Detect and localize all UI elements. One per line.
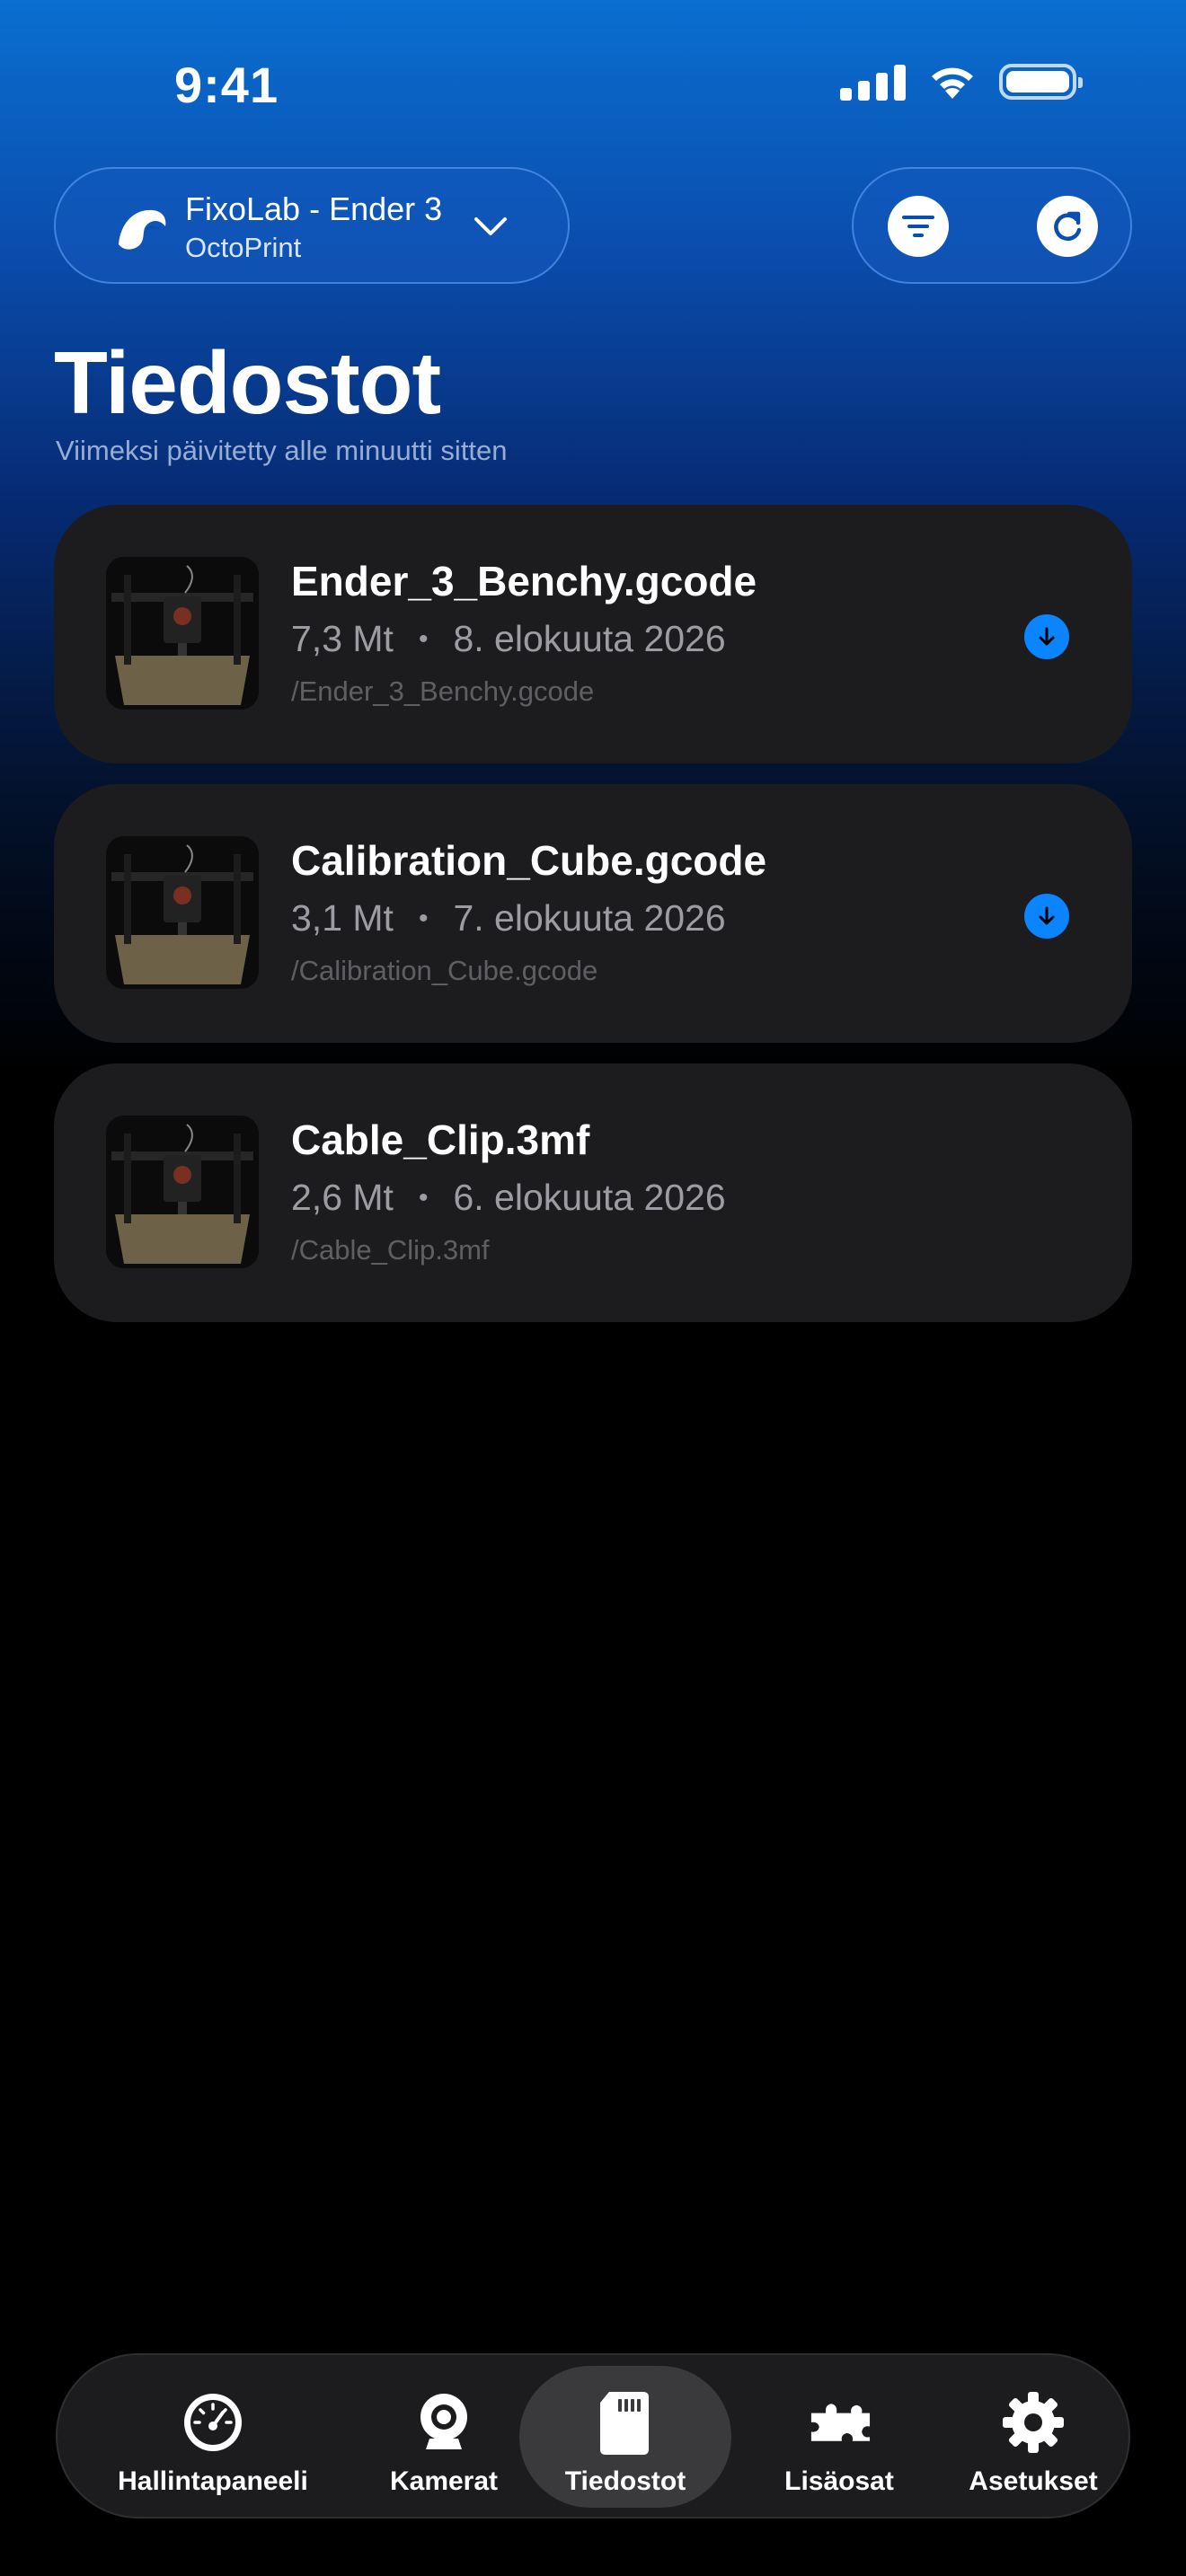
filter-icon — [902, 216, 934, 237]
file-path: /Ender_3_Benchy.gcode — [291, 675, 595, 707]
file-path: /Calibration_Cube.gcode — [291, 955, 598, 986]
cellular-signal-icon — [840, 63, 906, 101]
file-size: 2,6 Mt — [291, 1177, 394, 1218]
refresh-button[interactable] — [1037, 196, 1098, 257]
tab-settings[interactable]: Asetukset — [943, 2366, 1123, 2508]
printer-platform: OctoPrint — [185, 232, 302, 263]
refresh-icon — [1054, 211, 1082, 241]
file-card[interactable]: Cable_Clip.3mf 2,6 Mt • 6. elokuuta 2026… — [54, 1063, 1132, 1322]
printer-selector[interactable]: FixoLab - Ender 3 OctoPrint — [54, 167, 570, 284]
file-thumbnail — [106, 836, 259, 989]
tab-label: Tiedostot — [564, 2466, 686, 2496]
battery-icon — [999, 64, 1083, 100]
file-card[interactable]: Ender_3_Benchy.gcode 7,3 Mt • 8. elokuut… — [54, 505, 1132, 763]
download-button[interactable] — [1024, 894, 1069, 939]
file-thumbnail — [106, 557, 259, 710]
file-meta: 2,6 Mt • 6. elokuuta 2026 — [291, 1177, 726, 1219]
chevron-down-icon — [474, 217, 507, 235]
file-meta: 7,3 Mt • 8. elokuuta 2026 — [291, 618, 726, 660]
files-screen: 9:41 FixoLab - Ender 3 OctoPrint Tiedost… — [0, 0, 1186, 2576]
file-date: 7. elokuuta 2026 — [453, 897, 726, 939]
tab-label: Asetukset — [969, 2466, 1098, 2496]
file-date: 8. elokuuta 2026 — [453, 618, 726, 659]
status-time: 9:41 — [174, 57, 279, 113]
meta-separator: • — [418, 1182, 429, 1213]
filter-button[interactable] — [888, 196, 949, 257]
tab-label: Kamerat — [389, 2466, 499, 2496]
sd-card-icon — [592, 2389, 659, 2456]
puzzle-icon — [806, 2389, 872, 2456]
file-name: Cable_Clip.3mf — [291, 1116, 590, 1163]
octoprint-logo-icon — [119, 209, 166, 250]
tab-plugins[interactable]: Lisäosat — [749, 2366, 929, 2508]
meta-separator: • — [418, 903, 429, 933]
gear-icon — [1000, 2389, 1067, 2456]
tab-label: Hallintapaneeli — [118, 2466, 308, 2496]
meta-separator: • — [418, 623, 429, 654]
last-updated-text: Viimeksi päivitetty alle minuutti sitten — [56, 435, 508, 466]
file-path: /Cable_Clip.3mf — [291, 1234, 490, 1266]
tab-cameras[interactable]: Kamerat — [354, 2366, 534, 2508]
arrow-down-icon — [1039, 906, 1055, 925]
file-meta: 3,1 Mt • 7. elokuuta 2026 — [291, 897, 726, 940]
file-size: 7,3 Mt — [291, 618, 394, 659]
gauge-icon — [180, 2389, 246, 2456]
download-button[interactable] — [1024, 614, 1069, 659]
file-thumbnail — [106, 1116, 259, 1268]
tab-bar: Hallintapaneeli Kamerat Tiedostot Lisäos… — [56, 2353, 1130, 2519]
webcam-icon — [411, 2389, 477, 2456]
page-title: Tiedostot — [54, 333, 441, 432]
wifi-icon — [932, 67, 973, 99]
file-name: Calibration_Cube.gcode — [291, 837, 767, 884]
file-size: 3,1 Mt — [291, 897, 394, 939]
file-name: Ender_3_Benchy.gcode — [291, 558, 757, 604]
arrow-down-icon — [1039, 627, 1055, 646]
status-icons — [840, 63, 1083, 101]
tab-files[interactable]: Tiedostot — [519, 2366, 731, 2508]
action-pill — [852, 167, 1132, 284]
tab-dashboard[interactable]: Hallintapaneeli — [99, 2366, 327, 2508]
printer-name: FixoLab - Ender 3 — [185, 190, 443, 227]
tab-label: Lisäosat — [784, 2466, 894, 2496]
file-date: 6. elokuuta 2026 — [453, 1177, 726, 1218]
file-card[interactable]: Calibration_Cube.gcode 3,1 Mt • 7. eloku… — [54, 784, 1132, 1043]
